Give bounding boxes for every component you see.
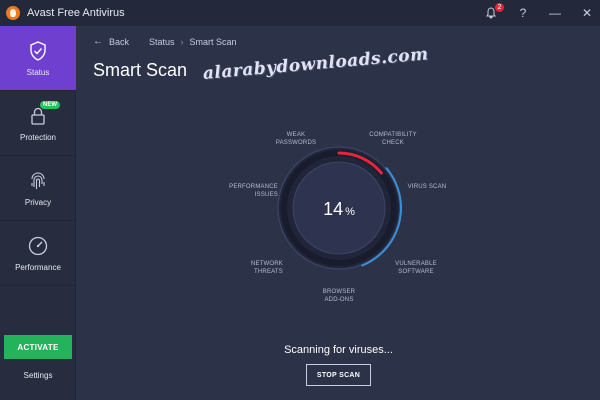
close-icon[interactable]: ✕ (580, 6, 594, 20)
sidebar-item-performance[interactable]: Performance (0, 221, 76, 286)
window-controls: 2 ? — ✕ (484, 0, 594, 26)
sidebar-item-status[interactable]: Status (0, 26, 76, 91)
label-network-threats: NETWORK THREATS (250, 261, 283, 275)
avast-logo-icon (6, 6, 20, 20)
bell-icon[interactable]: 2 (484, 3, 504, 20)
sidebar: Status NEW Protection Privacy Performanc… (0, 26, 76, 400)
notification-badge: 2 (495, 3, 504, 12)
label-virus-scan: VIRUS SCAN (407, 184, 447, 190)
new-badge: NEW (40, 101, 60, 109)
shield-check-icon (30, 40, 46, 61)
percent-value: 14 (323, 199, 344, 219)
sidebar-item-label: Protection (19, 132, 57, 142)
minimize-icon[interactable]: — (548, 6, 562, 20)
activate-button[interactable]: ACTIVATE (4, 335, 72, 359)
settings-link[interactable]: Settings (0, 371, 76, 380)
sidebar-item-label: Status (26, 67, 50, 77)
app-title: Avast Free Antivirus (27, 7, 125, 19)
sidebar-item-label: Privacy (24, 197, 52, 207)
label-performance-issues: PERFORMANCE ISSUES (229, 184, 278, 198)
sidebar-item-label: Performance (15, 262, 61, 272)
scan-status-text: Scanning for viruses... (284, 344, 393, 356)
help-icon[interactable]: ? (516, 6, 530, 20)
label-vulnerable-software: VULNERABLE SOFTWARE (395, 261, 437, 275)
scan-percent: 14% (306, 199, 372, 220)
main-panel: ← Back Status › Smart Scan Smart Scan al… (77, 26, 600, 400)
label-weak-passwords: WEAK PASSWORDS (275, 132, 317, 146)
sidebar-item-privacy[interactable]: Privacy (0, 156, 76, 221)
label-browser-addons: BROWSER ADD-ONS (322, 289, 356, 303)
label-compatibility-check: COMPATIBILITY CHECK (369, 132, 417, 146)
percent-sign: % (345, 206, 355, 218)
stop-scan-button[interactable]: STOP SCAN (306, 364, 371, 386)
title-bar: Avast Free Antivirus 2 ? — ✕ (0, 0, 600, 26)
fingerprint-icon (31, 171, 45, 189)
sidebar-item-protection[interactable]: NEW Protection (0, 91, 76, 156)
speedometer-icon (28, 236, 48, 255)
